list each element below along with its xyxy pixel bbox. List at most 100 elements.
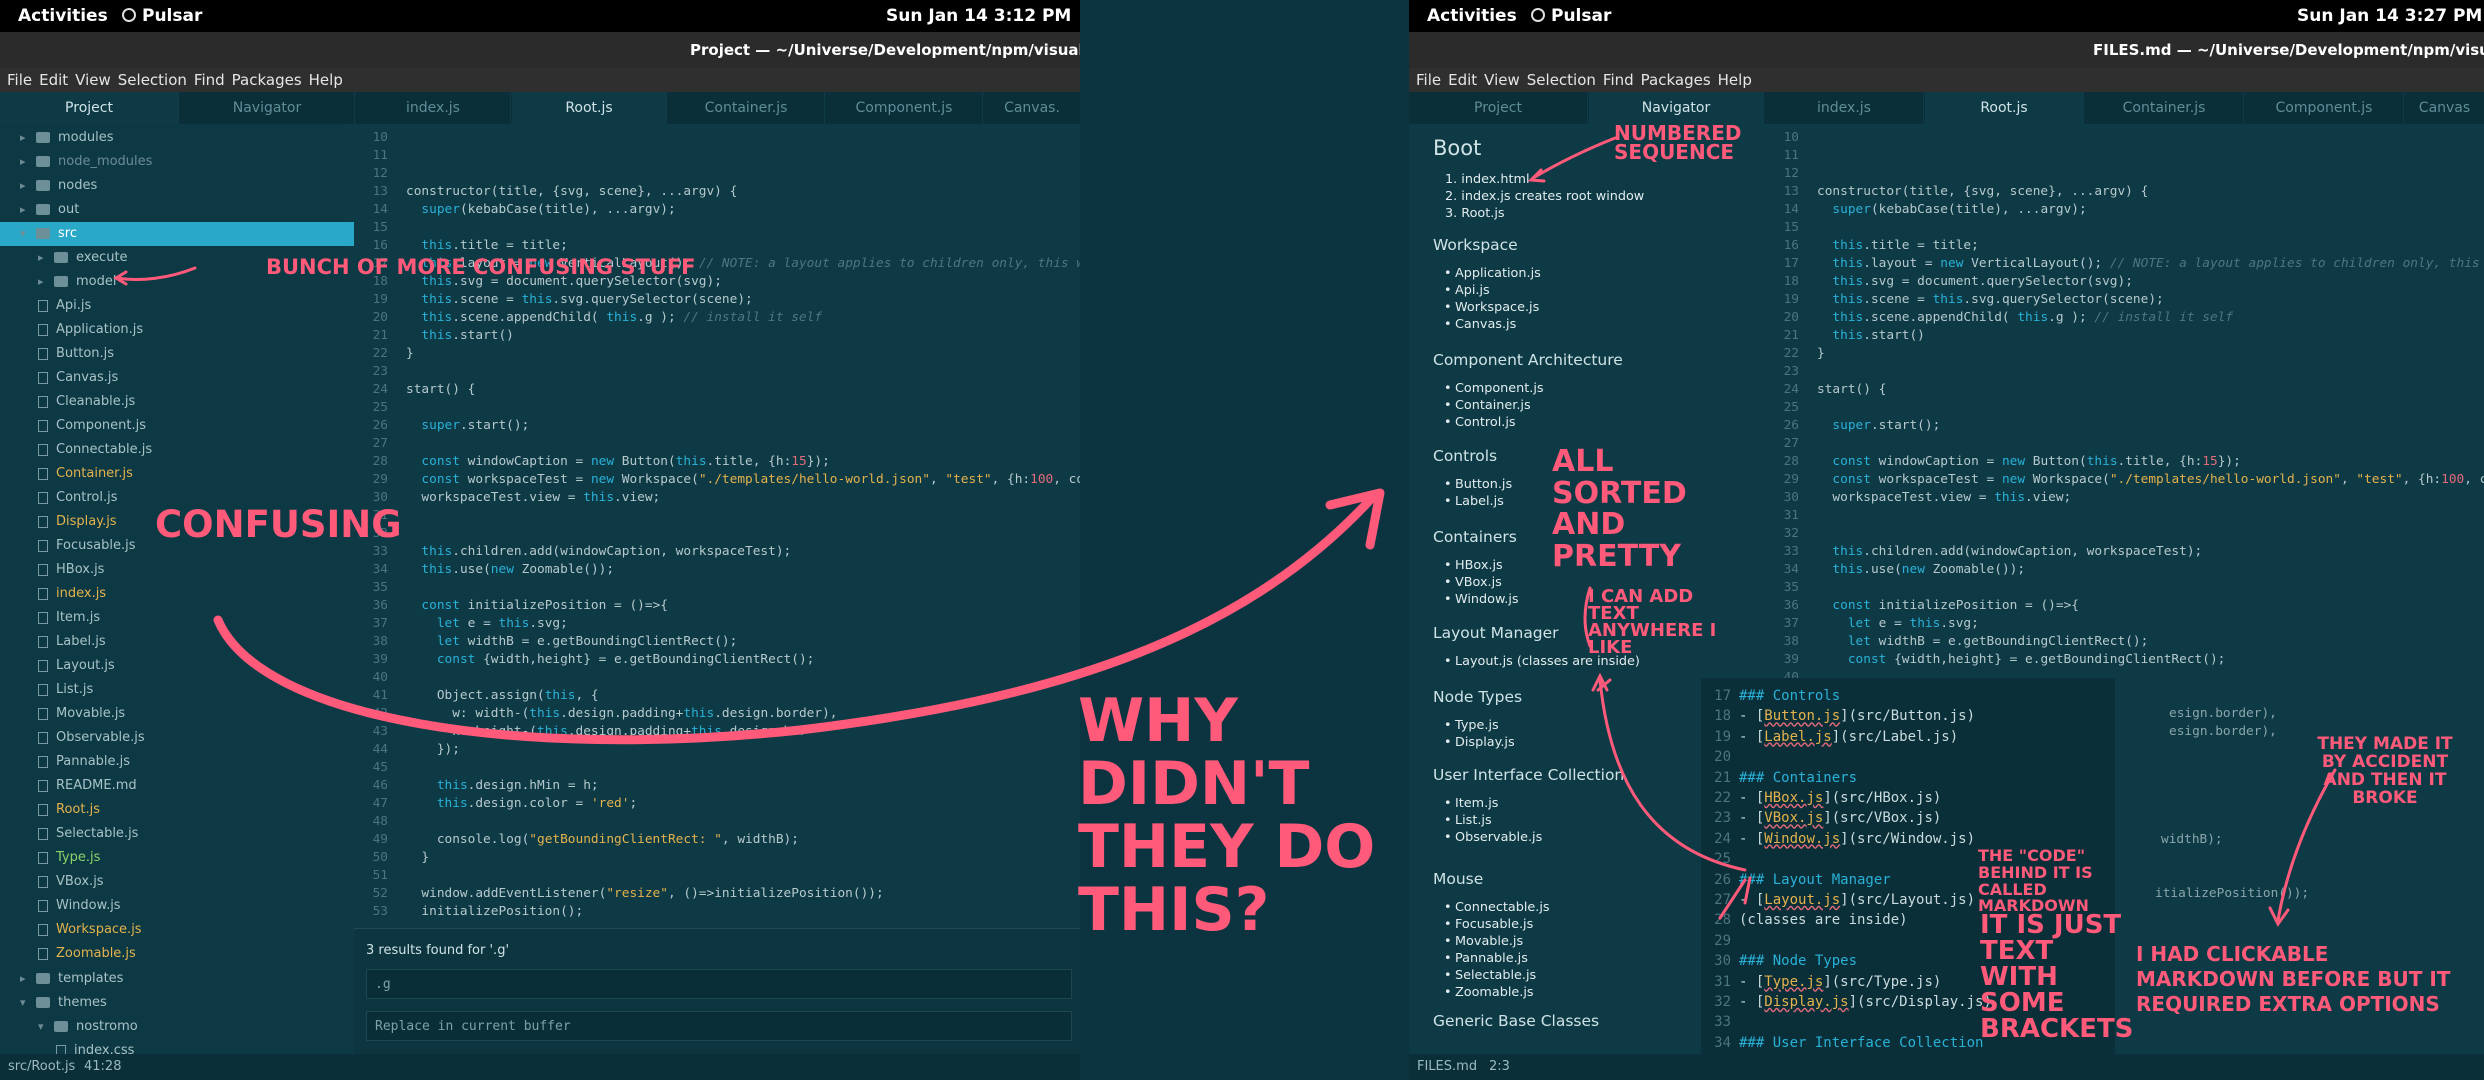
nav-heading-mouse[interactable]: Mouse: [1433, 870, 1483, 888]
file-application-js[interactable]: Application.js: [38, 318, 143, 342]
tab-root-js[interactable]: Root.js: [512, 92, 667, 126]
tab-container-js[interactable]: Container.js: [668, 92, 825, 124]
nav-item[interactable]: 3. Root.js: [1445, 206, 1505, 221]
nav-heading-controls[interactable]: Controls: [1433, 447, 1497, 465]
status-file-path[interactable]: FILES.md: [1417, 1059, 1477, 1074]
menu-find[interactable]: Find: [1603, 71, 1634, 89]
menu-packages[interactable]: Packages: [232, 71, 302, 89]
status-file-path[interactable]: src/Root.js: [8, 1059, 75, 1074]
menu-file[interactable]: File: [7, 71, 32, 89]
tab-component-js[interactable]: Component.js: [2245, 92, 2404, 124]
tab-root-js[interactable]: Root.js: [1925, 92, 2084, 126]
nav-item[interactable]: Api.js: [1444, 283, 1490, 298]
file-pannable-js[interactable]: Pannable.js: [38, 750, 130, 774]
replace-input[interactable]: Replace in current buffer: [366, 1011, 1072, 1041]
nav-heading-boot[interactable]: Boot: [1433, 136, 1481, 160]
tab-index-js[interactable]: index.js: [356, 92, 511, 124]
file-canvas-js[interactable]: Canvas.js: [38, 366, 118, 390]
tab-project[interactable]: Project: [0, 92, 179, 126]
file-control-js[interactable]: Control.js: [38, 486, 118, 510]
nav-item[interactable]: Button.js: [1444, 477, 1512, 492]
file-container-js[interactable]: Container.js: [38, 462, 133, 486]
nav-item[interactable]: Pannable.js: [1444, 951, 1528, 966]
menu-packages[interactable]: Packages: [1641, 71, 1711, 89]
menu-selection[interactable]: Selection: [118, 71, 187, 89]
nav-item[interactable]: Label.js: [1444, 494, 1504, 509]
file-cleanable-js[interactable]: Cleanable.js: [38, 390, 135, 414]
file-display-js[interactable]: Display.js: [38, 510, 117, 534]
nav-heading-generic-base-classes[interactable]: Generic Base Classes: [1433, 1012, 1599, 1030]
nav-item[interactable]: Display.js: [1444, 735, 1515, 750]
app-menu[interactable]: Pulsar: [142, 6, 202, 26]
file-button-js[interactable]: Button.js: [38, 342, 114, 366]
nav-item[interactable]: Zoomable.js: [1444, 985, 1534, 1000]
nav-item[interactable]: List.js: [1444, 813, 1492, 828]
file-selectable-js[interactable]: Selectable.js: [38, 822, 138, 846]
nav-item[interactable]: Item.js: [1444, 796, 1499, 811]
folder-execute[interactable]: ▸ execute: [38, 246, 128, 270]
file-index-js[interactable]: index.js: [38, 582, 106, 606]
file-list-js[interactable]: List.js: [38, 678, 93, 702]
nav-item[interactable]: Window.js: [1444, 592, 1519, 607]
folder-nostromo[interactable]: ▾ nostromo: [38, 1015, 138, 1039]
menu-find[interactable]: Find: [194, 71, 225, 89]
file-movable-js[interactable]: Movable.js: [38, 702, 125, 726]
tab-navigator[interactable]: Navigator: [180, 92, 355, 124]
file-readme-md[interactable]: README.md: [38, 774, 137, 798]
find-input[interactable]: .g: [366, 969, 1072, 999]
nav-item[interactable]: Movable.js: [1444, 934, 1523, 949]
nav-item[interactable]: Application.js: [1444, 266, 1541, 281]
menu-view[interactable]: View: [1484, 71, 1520, 89]
nav-item[interactable]: Workspace.js: [1444, 300, 1539, 315]
file-root-js[interactable]: Root.js: [38, 798, 100, 822]
folder-templates[interactable]: ▸ templates: [20, 967, 123, 991]
tab-container-js[interactable]: Container.js: [2085, 92, 2244, 124]
menu-edit[interactable]: Edit: [39, 71, 68, 89]
folder-themes[interactable]: ▾ themes: [20, 991, 107, 1015]
tab-canvas[interactable]: Canvas: [2405, 92, 2484, 124]
file-type-js[interactable]: Type.js: [38, 846, 100, 870]
nav-heading-component-architecture[interactable]: Component Architecture: [1433, 351, 1623, 369]
file-vbox-js[interactable]: VBox.js: [38, 870, 104, 894]
nav-item[interactable]: 1. index.html: [1445, 172, 1530, 187]
nav-item[interactable]: Type.js: [1444, 718, 1499, 733]
nav-item[interactable]: Connectable.js: [1444, 900, 1550, 915]
nav-item[interactable]: Observable.js: [1444, 830, 1542, 845]
nav-item[interactable]: Control.js: [1444, 415, 1515, 430]
menu-selection[interactable]: Selection: [1527, 71, 1596, 89]
nav-item[interactable]: Focusable.js: [1444, 917, 1533, 932]
menu-view[interactable]: View: [75, 71, 111, 89]
tab-canvas[interactable]: Canvas.: [984, 92, 1080, 124]
file-workspace-js[interactable]: Workspace.js: [38, 918, 142, 942]
file-zoomable-js[interactable]: Zoomable.js: [38, 942, 136, 966]
nav-heading-layout-manager[interactable]: Layout Manager: [1433, 624, 1559, 642]
tab-index-js[interactable]: index.js: [1765, 92, 1924, 124]
status-cursor-position[interactable]: 2:3: [1489, 1059, 1510, 1074]
menu-help[interactable]: Help: [1718, 71, 1752, 89]
folder-nodes[interactable]: ▸ nodes: [20, 174, 97, 198]
file-hbox-js[interactable]: HBox.js: [38, 558, 104, 582]
file-label-js[interactable]: Label.js: [38, 630, 106, 654]
menu-file[interactable]: File: [1416, 71, 1441, 89]
menu-help[interactable]: Help: [309, 71, 343, 89]
clock[interactable]: Sun Jan 14 3:27 PM: [2297, 6, 2482, 26]
nav-item[interactable]: HBox.js: [1444, 558, 1503, 573]
clock[interactable]: Sun Jan 14 3:12 PM: [886, 6, 1071, 26]
file-focusable-js[interactable]: Focusable.js: [38, 534, 135, 558]
nav-item[interactable]: Canvas.js: [1444, 317, 1516, 332]
nav-heading-containers[interactable]: Containers: [1433, 528, 1517, 546]
folder-modules[interactable]: ▸ modules: [20, 126, 114, 150]
nav-item[interactable]: Container.js: [1444, 398, 1531, 413]
tab-project[interactable]: Project: [1409, 92, 1588, 124]
file-api-js[interactable]: Api.js: [38, 294, 91, 318]
code-editor[interactable]: 10 11 12 13 constructor(title, {svg, scene},…: [354, 124, 1080, 928]
activities-button[interactable]: Activities: [1427, 6, 1517, 26]
nav-heading-user-interface-collection[interactable]: User Interface Collection: [1433, 766, 1624, 784]
file-component-js[interactable]: Component.js: [38, 414, 146, 438]
nav-item[interactable]: Selectable.js: [1444, 968, 1536, 983]
folder-out[interactable]: ▸ out: [20, 198, 79, 222]
file-connectable-js[interactable]: Connectable.js: [38, 438, 152, 462]
nav-item[interactable]: Component.js: [1444, 381, 1544, 396]
status-cursor-position[interactable]: 41:28: [84, 1059, 121, 1074]
file-observable-js[interactable]: Observable.js: [38, 726, 145, 750]
